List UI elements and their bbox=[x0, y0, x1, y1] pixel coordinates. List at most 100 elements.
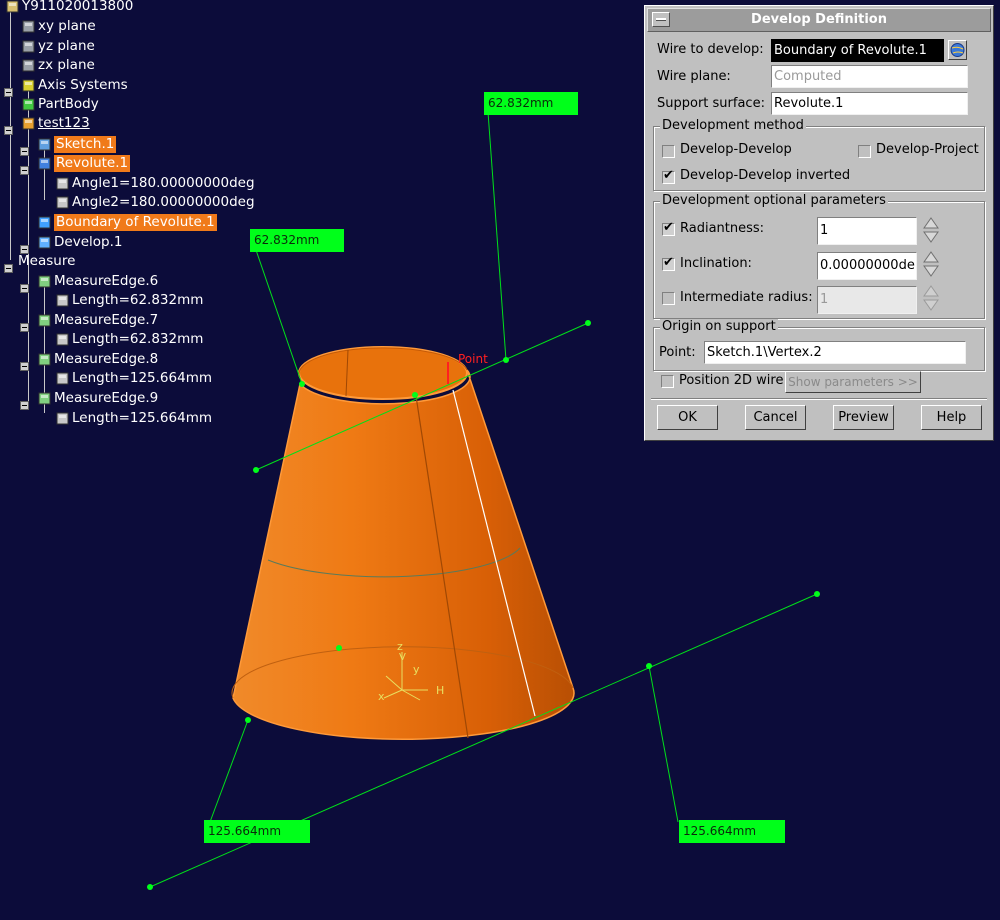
intermediate-radius-spinner[interactable] bbox=[923, 284, 939, 312]
gear-icon bbox=[21, 97, 36, 112]
leader-top-left bbox=[255, 249, 303, 385]
tree-item-label[interactable]: Revolute.1 bbox=[54, 155, 131, 172]
tree-connector bbox=[44, 144, 45, 200]
expand-collapse-icon[interactable] bbox=[20, 395, 29, 410]
develop-definition-dialog[interactable]: Develop Definition Wire to develop: Boun… bbox=[644, 5, 994, 441]
help-button[interactable]: Help bbox=[921, 405, 982, 430]
radiantness-checkbox[interactable] bbox=[662, 220, 675, 236]
tree-connector bbox=[10, 10, 11, 260]
expand-collapse-icon[interactable] bbox=[20, 317, 29, 332]
revolute-icon bbox=[37, 156, 52, 171]
tree-item-label[interactable]: Length=125.664mm bbox=[72, 370, 212, 387]
expand-collapse-icon[interactable] bbox=[20, 356, 29, 371]
develop-develop-checkbox[interactable] bbox=[662, 145, 675, 158]
tree-item-label[interactable]: MeasureEdge.7 bbox=[54, 312, 158, 329]
axis-v-label: V bbox=[399, 652, 406, 663]
measure-icon bbox=[37, 352, 52, 367]
inclination-spinner[interactable] bbox=[923, 250, 939, 278]
dialog-title: Develop Definition bbox=[751, 12, 887, 27]
axis-y-label: y bbox=[413, 663, 420, 676]
dialog-titlebar[interactable]: Develop Definition bbox=[647, 8, 991, 32]
parameter-icon bbox=[55, 293, 70, 308]
sketch-icon bbox=[37, 137, 52, 152]
wire-to-develop-field[interactable]: Boundary of Revolute.1 bbox=[771, 39, 944, 62]
tree-item-label[interactable]: yz plane bbox=[38, 38, 95, 55]
wire-to-develop-label: Wire to develop: bbox=[657, 42, 764, 57]
measure-icon bbox=[37, 313, 52, 328]
intermediate-radius-input[interactable]: 1 bbox=[817, 286, 917, 314]
measure-label-125-bottom-right[interactable]: 125.664mm bbox=[679, 820, 785, 843]
tree-item-label[interactable]: PartBody bbox=[38, 96, 99, 113]
support-surface-field[interactable]: Revolute.1 bbox=[771, 92, 968, 115]
develop-icon bbox=[37, 235, 52, 250]
origin-point-field[interactable]: Sketch.1\Vertex.2 bbox=[704, 341, 966, 364]
ok-button[interactable]: OK bbox=[657, 405, 718, 430]
tree-item-label[interactable]: Y911020013800 bbox=[22, 0, 133, 15]
intermediate-radius-checkbox[interactable] bbox=[662, 292, 675, 305]
tree-item-label[interactable]: xy plane bbox=[38, 18, 96, 35]
inclination-input[interactable]: 0.00000000de bbox=[817, 252, 917, 280]
optional-parameters-title: Development optional parameters bbox=[660, 193, 888, 208]
tree-item-label[interactable]: Length=125.664mm bbox=[72, 410, 212, 427]
develop-project-checkbox[interactable] bbox=[858, 145, 871, 158]
tree-item-label[interactable]: Angle1=180.00000000deg bbox=[72, 175, 255, 192]
expand-collapse-icon[interactable] bbox=[20, 160, 29, 175]
measure-icon bbox=[37, 391, 52, 406]
show-parameters-button[interactable]: Show parameters >> bbox=[785, 371, 921, 393]
radiantness-input[interactable]: 1 bbox=[817, 217, 917, 245]
leader-bottom-right bbox=[648, 665, 679, 823]
position-2d-wire-label: Position 2D wire bbox=[679, 373, 784, 388]
leader-bottom-left bbox=[209, 719, 249, 823]
expand-collapse-icon[interactable] bbox=[4, 82, 13, 97]
develop-project-label: Develop-Project bbox=[876, 142, 979, 157]
radiantness-label: Radiantness: bbox=[680, 221, 765, 236]
parameter-icon bbox=[55, 371, 70, 386]
origin-point-label: Point: bbox=[659, 345, 696, 360]
develop-inverted-checkbox[interactable] bbox=[662, 168, 675, 184]
button-separator bbox=[651, 398, 987, 400]
tree-item-label[interactable]: Sketch.1 bbox=[54, 136, 117, 153]
tree-item-label[interactable]: test123 bbox=[38, 115, 90, 132]
position-2d-wire-checkbox[interactable] bbox=[661, 375, 674, 388]
leader-top-right bbox=[487, 111, 507, 361]
axis-x-label: x bbox=[378, 690, 385, 703]
tree-item-label[interactable]: MeasureEdge.6 bbox=[54, 273, 158, 290]
tree-item-label[interactable]: MeasureEdge.9 bbox=[54, 390, 158, 407]
radiantness-spinner[interactable] bbox=[923, 216, 939, 244]
tree-item-label[interactable]: Axis Systems bbox=[38, 77, 128, 94]
point-label: Point bbox=[458, 352, 488, 366]
expand-collapse-icon[interactable] bbox=[20, 141, 29, 156]
tree-item-label[interactable]: Length=62.832mm bbox=[72, 292, 203, 309]
wire-plane-label: Wire plane: bbox=[657, 69, 731, 84]
parameter-icon bbox=[55, 411, 70, 426]
intermediate-radius-label: Intermediate radius: bbox=[680, 290, 813, 305]
wire-selector-button[interactable] bbox=[948, 40, 967, 60]
expand-collapse-icon[interactable] bbox=[4, 258, 13, 273]
develop-inverted-label: Develop-Develop inverted bbox=[680, 168, 851, 183]
origin-on-support-title: Origin on support bbox=[660, 319, 778, 334]
measure-label-62-top-right[interactable]: 62.832mm bbox=[484, 92, 578, 115]
part-icon bbox=[5, 0, 20, 14]
tree-item-label[interactable]: Develop.1 bbox=[54, 234, 122, 251]
tree-item-label[interactable]: Length=62.832mm bbox=[72, 331, 203, 348]
wire-plane-field[interactable]: Computed bbox=[771, 65, 968, 88]
cone-surface[interactable] bbox=[232, 369, 575, 741]
inclination-checkbox[interactable] bbox=[662, 255, 675, 271]
measure-label-62-top-left[interactable]: 62.832mm bbox=[250, 229, 344, 252]
parameter-icon bbox=[55, 195, 70, 210]
measure-label-125-bottom-left[interactable]: 125.664mm bbox=[204, 820, 310, 843]
expand-collapse-icon[interactable] bbox=[20, 278, 29, 293]
tree-item-label[interactable]: MeasureEdge.8 bbox=[54, 351, 158, 368]
tree-item-label[interactable]: Boundary of Revolute.1 bbox=[54, 214, 217, 231]
cancel-button[interactable]: Cancel bbox=[745, 405, 806, 430]
inclination-label: Inclination: bbox=[680, 256, 752, 271]
tree-item-label[interactable]: Angle2=180.00000000deg bbox=[72, 194, 255, 211]
geoset-icon bbox=[21, 116, 36, 131]
parameter-icon bbox=[55, 332, 70, 347]
tree-item-label[interactable]: zx plane bbox=[38, 57, 95, 74]
tree-item-label[interactable]: Measure bbox=[18, 253, 75, 270]
preview-button[interactable]: Preview bbox=[833, 405, 894, 430]
expand-collapse-icon[interactable] bbox=[20, 239, 29, 254]
plane-icon bbox=[21, 19, 36, 34]
expand-collapse-icon[interactable] bbox=[4, 120, 13, 135]
